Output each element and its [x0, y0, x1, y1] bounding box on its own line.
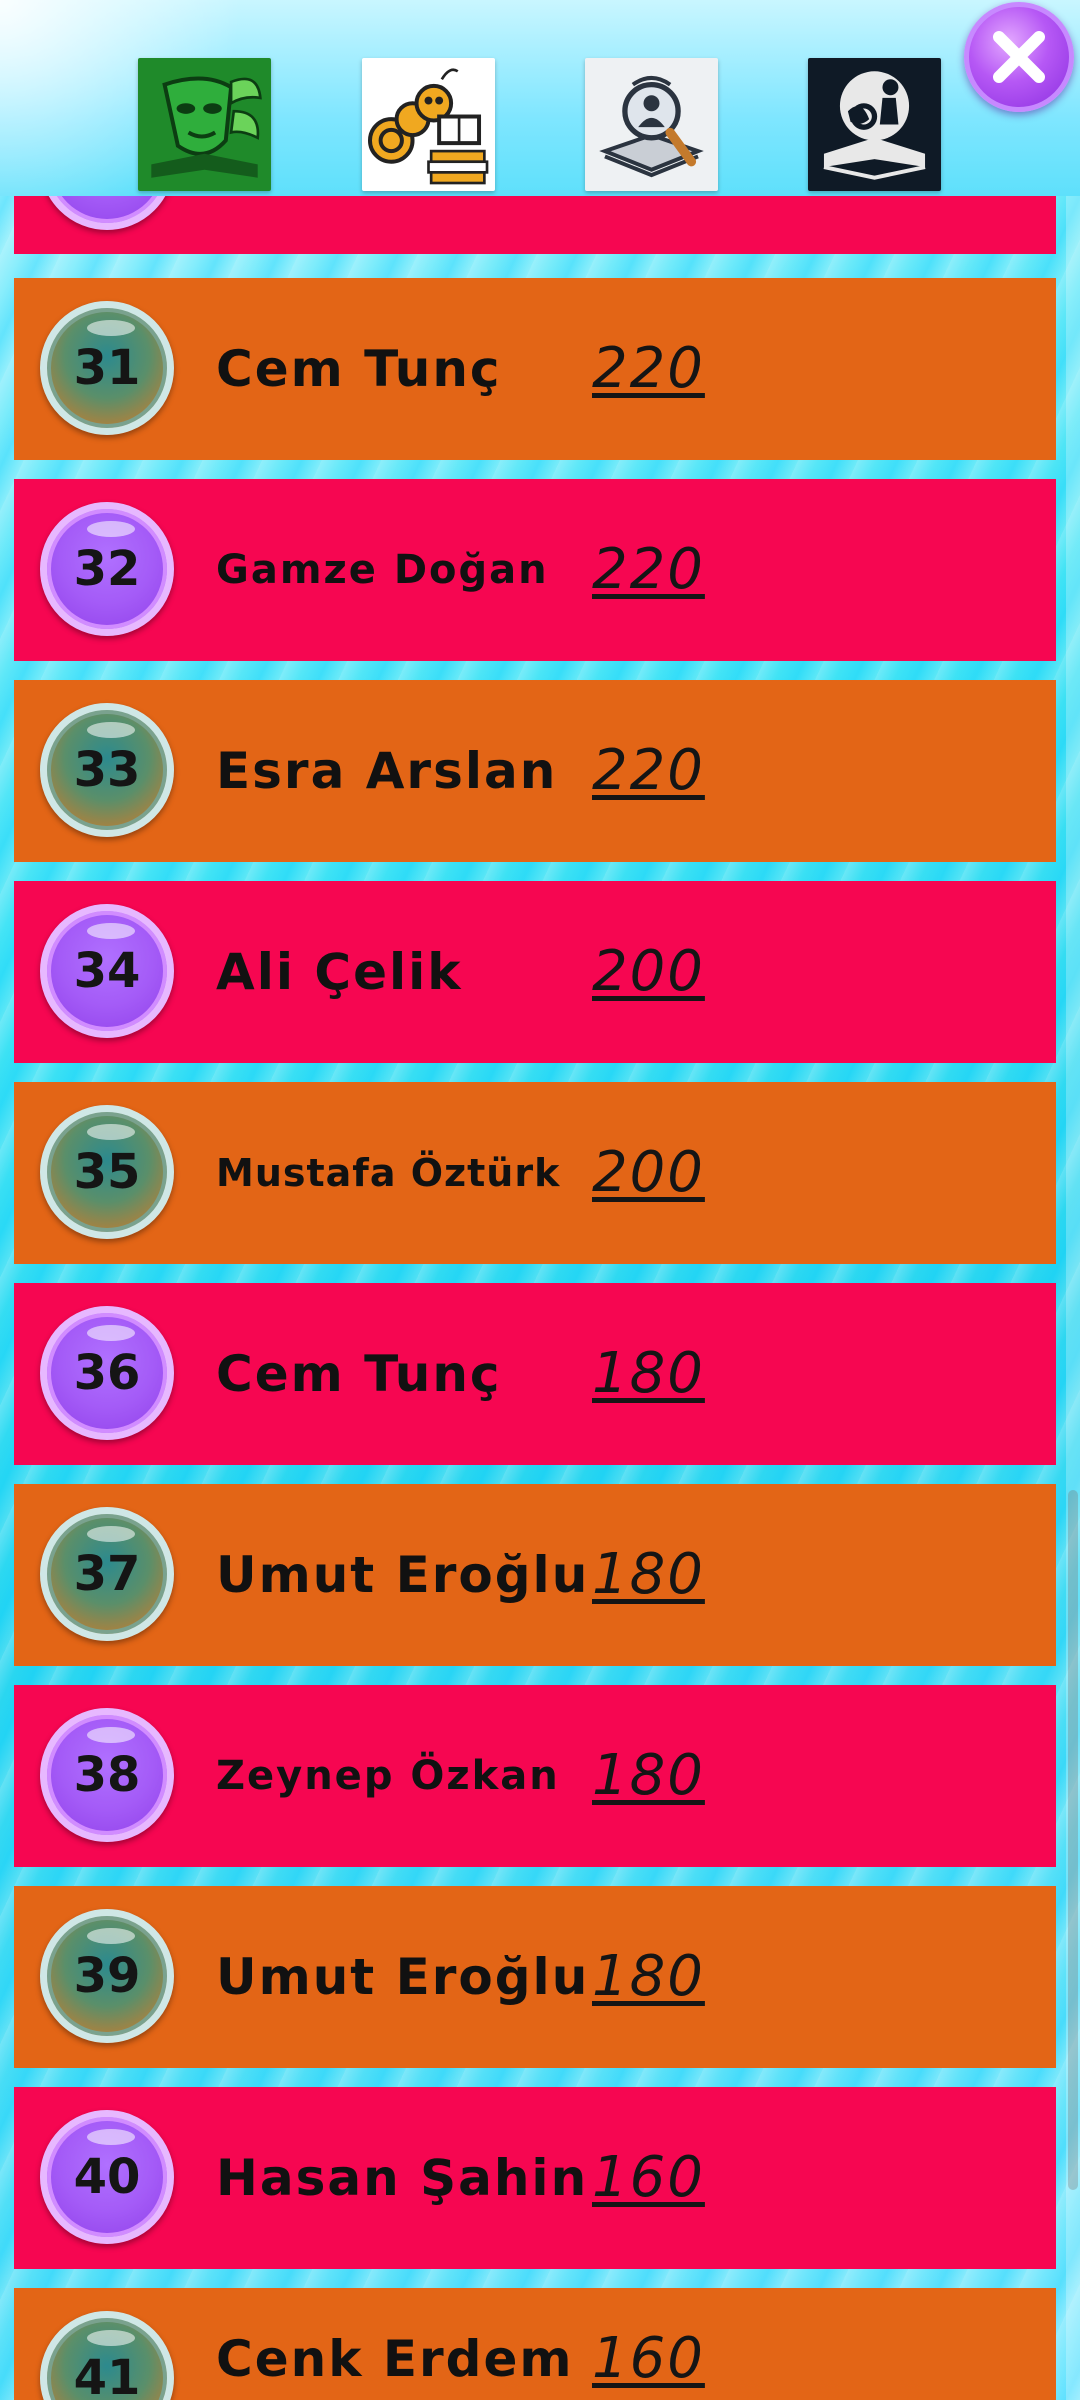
scrollbar-thumb[interactable] — [1068, 1490, 1078, 2190]
player-score: 180 — [592, 1743, 705, 1808]
rank-badge: 39 — [40, 1909, 174, 2043]
table-row[interactable]: 40 Hasan Şahin 160 — [14, 2087, 1056, 2269]
rank-badge: 36 — [40, 1306, 174, 1440]
player-name: Umut Eroğlu — [216, 1546, 590, 1604]
rank-badge: 40 — [40, 2110, 174, 2244]
leaderboard-list[interactable]: 31 Cem Tunç 220 32 Gamze Doğan 220 33 Es… — [0, 196, 1080, 2400]
table-row[interactable]: 38 Zeynep Özkan 180 — [14, 1685, 1056, 1867]
table-row[interactable]: 35 Mustafa Öztürk 200 — [14, 1082, 1056, 1264]
rank-badge: 32 — [40, 502, 174, 636]
table-row[interactable]: 32 Gamze Doğan 220 — [14, 479, 1056, 661]
player-score: 220 — [592, 537, 705, 602]
player-name: Zeynep Özkan — [216, 1753, 560, 1799]
player-name: Cem Tunç — [216, 340, 502, 398]
rank-badge: 37 — [40, 1507, 174, 1641]
rank-number: 35 — [73, 1144, 141, 1200]
rank-number: 37 — [73, 1546, 141, 1602]
category-header — [0, 0, 1080, 196]
rank-number: 36 — [73, 1345, 141, 1401]
player-score: 220 — [592, 738, 705, 803]
rank-number: 31 — [73, 340, 141, 396]
player-name: Gamze Doğan — [216, 547, 549, 593]
player-score: 200 — [592, 1140, 705, 1205]
rank-badge: 33 — [40, 703, 174, 837]
table-row[interactable]: 33 Esra Arslan 220 — [14, 680, 1056, 862]
player-score: 180 — [592, 1341, 705, 1406]
player-score: 200 — [592, 939, 705, 1004]
rank-badge: 41 — [40, 2311, 174, 2400]
rank-number: 33 — [73, 742, 141, 798]
rank-number: 41 — [73, 2350, 141, 2400]
rank-badge: 38 — [40, 1708, 174, 1842]
table-row[interactable]: 39 Umut Eroğlu 180 — [14, 1886, 1056, 2068]
player-name: Mustafa Öztürk — [216, 1151, 561, 1195]
theater-mask-leaf-icon[interactable] — [138, 58, 271, 191]
bookworm-reading-icon[interactable] — [362, 58, 495, 191]
table-row[interactable]: 34 Ali Çelik 200 — [14, 881, 1056, 1063]
silhouette-mystery-book-icon[interactable] — [808, 58, 941, 191]
table-row[interactable] — [14, 196, 1056, 254]
player-score: 180 — [592, 1542, 705, 1607]
player-name: Ali Çelik — [216, 943, 463, 1001]
table-row[interactable]: 37 Umut Eroğlu 180 — [14, 1484, 1056, 1666]
rank-number: 39 — [73, 1948, 141, 2004]
table-row[interactable]: 36 Cem Tunç 180 — [14, 1283, 1056, 1465]
rank-number: 34 — [73, 943, 141, 999]
table-row[interactable]: 41 Cenk Erdem 160 — [14, 2288, 1056, 2400]
player-name: Cenk Erdem — [216, 2330, 574, 2388]
rank-number: 38 — [73, 1747, 141, 1803]
close-button[interactable] — [964, 2, 1074, 112]
player-score: 180 — [592, 1944, 705, 2009]
player-score: 160 — [592, 2145, 705, 2210]
rank-badge: 34 — [40, 904, 174, 1038]
player-name: Umut Eroğlu — [216, 1948, 590, 2006]
player-name: Cem Tunç — [216, 1345, 502, 1403]
rank-badge — [40, 196, 174, 230]
close-icon — [993, 31, 1045, 83]
rank-badge: 31 — [40, 301, 174, 435]
table-row[interactable]: 31 Cem Tunç 220 — [14, 278, 1056, 460]
player-name: Hasan Şahin — [216, 2149, 589, 2207]
rank-number: 32 — [73, 541, 141, 597]
magnifier-detective-book-icon[interactable] — [585, 58, 718, 191]
player-score: 160 — [592, 2326, 705, 2391]
player-name: Esra Arslan — [216, 742, 558, 800]
rank-badge: 35 — [40, 1105, 174, 1239]
player-score: 220 — [592, 336, 705, 401]
rank-number: 40 — [73, 2149, 141, 2205]
